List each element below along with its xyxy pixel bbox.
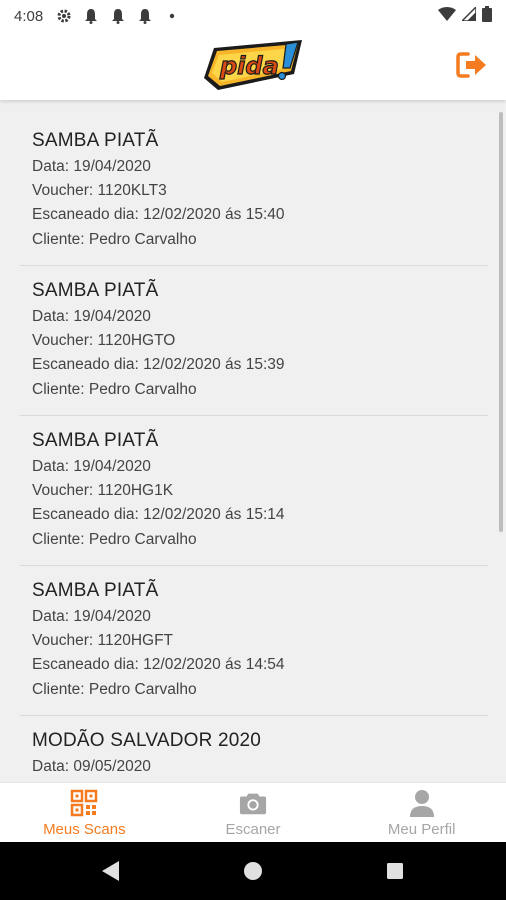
scans-list-container[interactable]: SAMBA PIATÃ Data: 19/04/2020 Voucher: 11… [0,100,506,782]
nav-label: Meus Scans [43,821,126,838]
client-name: Cliente: Pedro Carvalho [32,530,197,548]
home-icon[interactable] [241,859,265,883]
client-name: Cliente: Pedro Carvalho [32,380,197,398]
scan-card[interactable]: SAMBA PIATÃ Data: 19/04/2020 Voucher: 11… [20,266,488,416]
scan-card[interactable]: SAMBA PIATÃ Data: 19/04/2020 Voucher: 11… [20,566,488,716]
bell-icon [134,7,156,25]
logout-icon [456,52,486,78]
voucher-code: Voucher: 1120HGFT [32,632,174,650]
voucher-code: Voucher: 1120KLT3 [32,182,167,200]
scans-list: SAMBA PIATÃ Data: 19/04/2020 Voucher: 11… [20,116,488,782]
event-title: SAMBA PIATÃ [32,430,159,451]
signal-icon [460,5,477,25]
event-date: Data: 19/04/2020 [32,458,151,475]
scan-card[interactable]: SAMBA PIATÃ Data: 19/04/2020 Voucher: 11… [20,416,488,566]
event-date: Data: 19/04/2020 [32,158,151,175]
system-navigation-bar [0,842,506,900]
wifi-icon [438,7,456,25]
nav-label: Escaner [225,821,281,838]
status-time: 4:08 [14,7,44,25]
person-icon [408,789,436,817]
back-icon[interactable] [99,859,123,883]
event-title: SAMBA PIATÃ [32,130,159,151]
qr-code-icon [70,789,98,817]
status-right-icons [438,5,492,26]
scan-card[interactable]: SAMBA PIATÃ Data: 19/04/2020 Voucher: 11… [20,116,488,266]
client-name: Cliente: Pedro Carvalho [32,680,197,698]
scan-timestamp: Escaneado dia: 12/02/2020 ás 15:14 [32,506,285,524]
event-date: Data: 09/05/2020 [32,758,151,775]
bottom-navigation: Meus Scans Escaner Meu Perfil [0,782,506,842]
scan-timestamp: Escaneado dia: 12/02/2020 ás 15:39 [32,356,285,374]
tab-meu-perfil[interactable]: Meu Perfil [337,783,506,842]
gear-icon [53,7,75,25]
voucher-code: Voucher: 1120HG1K [32,482,174,500]
bell-icon [80,7,102,25]
camera-icon [239,789,267,817]
scan-timestamp: Escaneado dia: 12/02/2020 ás 14:54 [32,656,285,674]
battery-icon [482,6,492,26]
voucher-code: Voucher: 1120HGTO [32,332,176,350]
event-date: Data: 19/04/2020 [32,608,151,625]
status-bar: 4:08 [0,0,506,32]
nav-label: Meu Perfil [387,821,456,838]
tab-meus-scans[interactable]: Meus Scans [0,783,169,842]
event-title: SAMBA PIATÃ [32,580,159,601]
svg-text:pida: pida [219,52,279,80]
scrollbar-thumb[interactable] [499,112,503,532]
recents-icon[interactable] [383,859,407,883]
bell-icon [107,7,129,25]
scan-timestamp: Escaneado dia: 12/02/2020 ás 15:40 [32,206,285,224]
pida-logo: pida [204,40,302,90]
scan-card[interactable]: MODÃO SALVADOR 2020 Data: 09/05/2020 [20,716,488,782]
event-date: Data: 19/04/2020 [32,308,151,325]
app-header: pida [0,32,506,100]
event-title: SAMBA PIATÃ [32,280,159,301]
event-title: MODÃO SALVADOR 2020 [32,730,262,751]
tab-escaner[interactable]: Escaner [169,783,338,842]
client-name: Cliente: Pedro Carvalho [32,230,197,248]
logout-button[interactable] [456,50,488,80]
dot-icon [161,7,183,25]
